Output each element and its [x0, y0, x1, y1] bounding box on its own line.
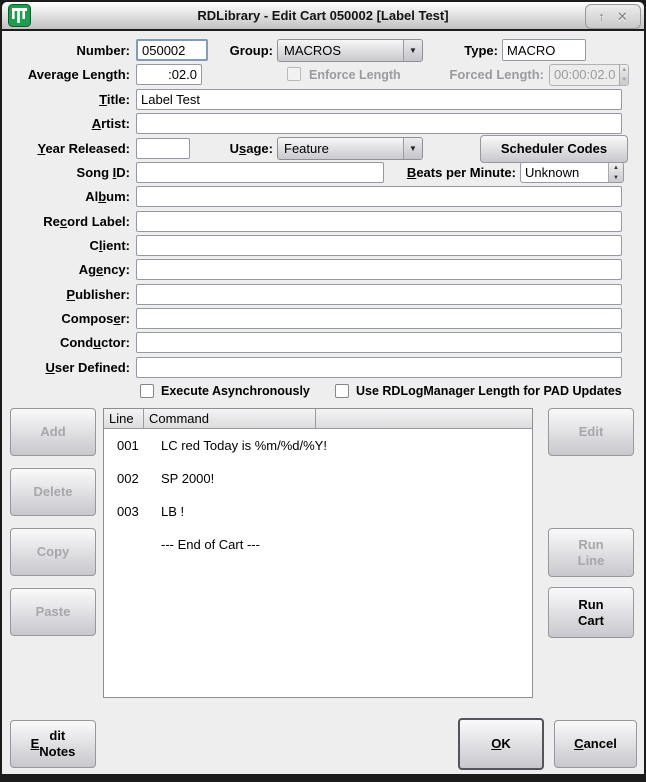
macro-command: --- End of Cart --- [161, 528, 532, 561]
column-header-line[interactable]: Line [104, 409, 144, 428]
type-label: Type: [422, 40, 498, 61]
title-input[interactable] [136, 89, 622, 110]
publisher-label: Publisher: [2, 284, 130, 305]
edit-notes-button[interactable]: Edit Notes [10, 720, 96, 768]
copy-button: Copy [10, 528, 96, 576]
macro-line-number [104, 528, 161, 561]
macro-list: Line Command 001 LC red Today is %m/%d/%… [103, 408, 533, 698]
agency-input[interactable] [136, 259, 622, 280]
execute-asynchronously-label: Execute Asynchronously [161, 382, 310, 400]
composer-label: Composer: [2, 308, 130, 329]
usage-select[interactable]: Feature ▼ [277, 137, 423, 160]
scheduler-codes-button[interactable]: Scheduler Codes [480, 135, 628, 163]
forced-length-label: Forced Length: [430, 64, 544, 85]
title-label: Title: [2, 89, 130, 110]
beats-per-minute-value: Unknown [521, 163, 608, 182]
column-header-command[interactable]: Command [144, 409, 316, 428]
paste-button: Paste [10, 588, 96, 636]
delete-button: Delete [10, 468, 96, 516]
column-header-filler [316, 409, 532, 428]
number-label: Number: [2, 40, 130, 61]
type-input[interactable] [502, 39, 586, 61]
average-length-label: Average Length: [2, 64, 130, 85]
macro-row[interactable]: 001 LC red Today is %m/%d/%Y! [104, 429, 532, 462]
macro-command: SP 2000! [161, 462, 532, 495]
pad-updates-label: Use RDLogManager Length for PAD Updates [356, 382, 622, 400]
cancel-button[interactable]: Cancel [554, 720, 637, 768]
pad-updates-checkbox[interactable] [335, 384, 349, 398]
run-line-button: Run Line [548, 528, 634, 577]
beats-per-minute-label: Beats per Minute: [340, 162, 516, 183]
spinner-arrows-icon: ▲▼ [619, 65, 628, 85]
composer-input[interactable] [136, 308, 622, 329]
record-label-input[interactable] [136, 211, 622, 232]
close-window-icon[interactable]: ✕ [617, 5, 628, 28]
chevron-down-icon: ▼ [403, 138, 422, 159]
album-input[interactable] [136, 186, 622, 207]
macro-row[interactable]: 002 SP 2000! [104, 462, 532, 495]
dialog-content: Number: Group: MACROS ▼ Type: Average Le… [2, 31, 644, 774]
usage-label: Usage: [180, 138, 273, 159]
usage-value: Feature [278, 141, 403, 156]
run-cart-button[interactable]: Run Cart [548, 587, 634, 638]
beats-per-minute-spinbox[interactable]: Unknown ▲▼ [520, 162, 624, 183]
conductor-input[interactable] [136, 332, 622, 353]
average-length-input[interactable] [136, 64, 202, 85]
agency-label: Agency: [2, 259, 130, 280]
macro-command: LC red Today is %m/%d/%Y! [161, 429, 532, 462]
artist-label: Artist: [2, 113, 130, 134]
conductor-label: Conductor: [2, 332, 130, 353]
macro-row[interactable]: 003 LB ! [104, 495, 532, 528]
user-defined-label: User Defined: [2, 357, 130, 378]
group-select[interactable]: MACROS ▼ [277, 39, 423, 62]
spinner-arrows-icon: ▲▼ [608, 163, 623, 182]
macro-line-number: 003 [104, 495, 161, 528]
macro-command: LB ! [161, 495, 532, 528]
publisher-input[interactable] [136, 284, 622, 305]
enforce-length-label: Enforce Length [309, 66, 401, 84]
chevron-down-icon: ▼ [403, 40, 422, 61]
add-button: Add [10, 408, 96, 456]
shade-window-icon[interactable]: ↑ [598, 5, 605, 28]
ok-button[interactable]: OK [458, 718, 544, 770]
execute-asynchronously-checkbox[interactable] [140, 384, 154, 398]
macro-list-header: Line Command [104, 409, 532, 429]
user-defined-input[interactable] [136, 357, 622, 378]
titlebar-controls: ↑ ✕ [585, 4, 641, 29]
client-label: Client: [2, 235, 130, 256]
macro-line-number: 002 [104, 462, 161, 495]
song-id-label: Song ID: [2, 162, 130, 183]
forced-length-value: 00:00:02.0 [550, 65, 619, 85]
group-label: Group: [180, 40, 273, 61]
dialog-window: RDLibrary - Edit Cart 050002 [Label Test… [0, 0, 646, 782]
year-released-label: Year Released: [2, 138, 130, 159]
enforce-length-checkbox [287, 67, 301, 81]
client-input[interactable] [136, 235, 622, 256]
album-label: Album: [2, 186, 130, 207]
macro-row-end-of-cart[interactable]: --- End of Cart --- [104, 528, 532, 561]
edit-button: Edit [548, 408, 634, 456]
macro-line-number: 001 [104, 429, 161, 462]
group-value: MACROS [278, 43, 403, 58]
artist-input[interactable] [136, 113, 622, 134]
window-title: RDLibrary - Edit Cart 050002 [Label Test… [2, 2, 644, 29]
title-bar: RDLibrary - Edit Cart 050002 [Label Test… [2, 2, 644, 29]
forced-length-spinbox: 00:00:02.0 ▲▼ [549, 64, 629, 86]
record-label-label: Record Label: [2, 211, 130, 232]
